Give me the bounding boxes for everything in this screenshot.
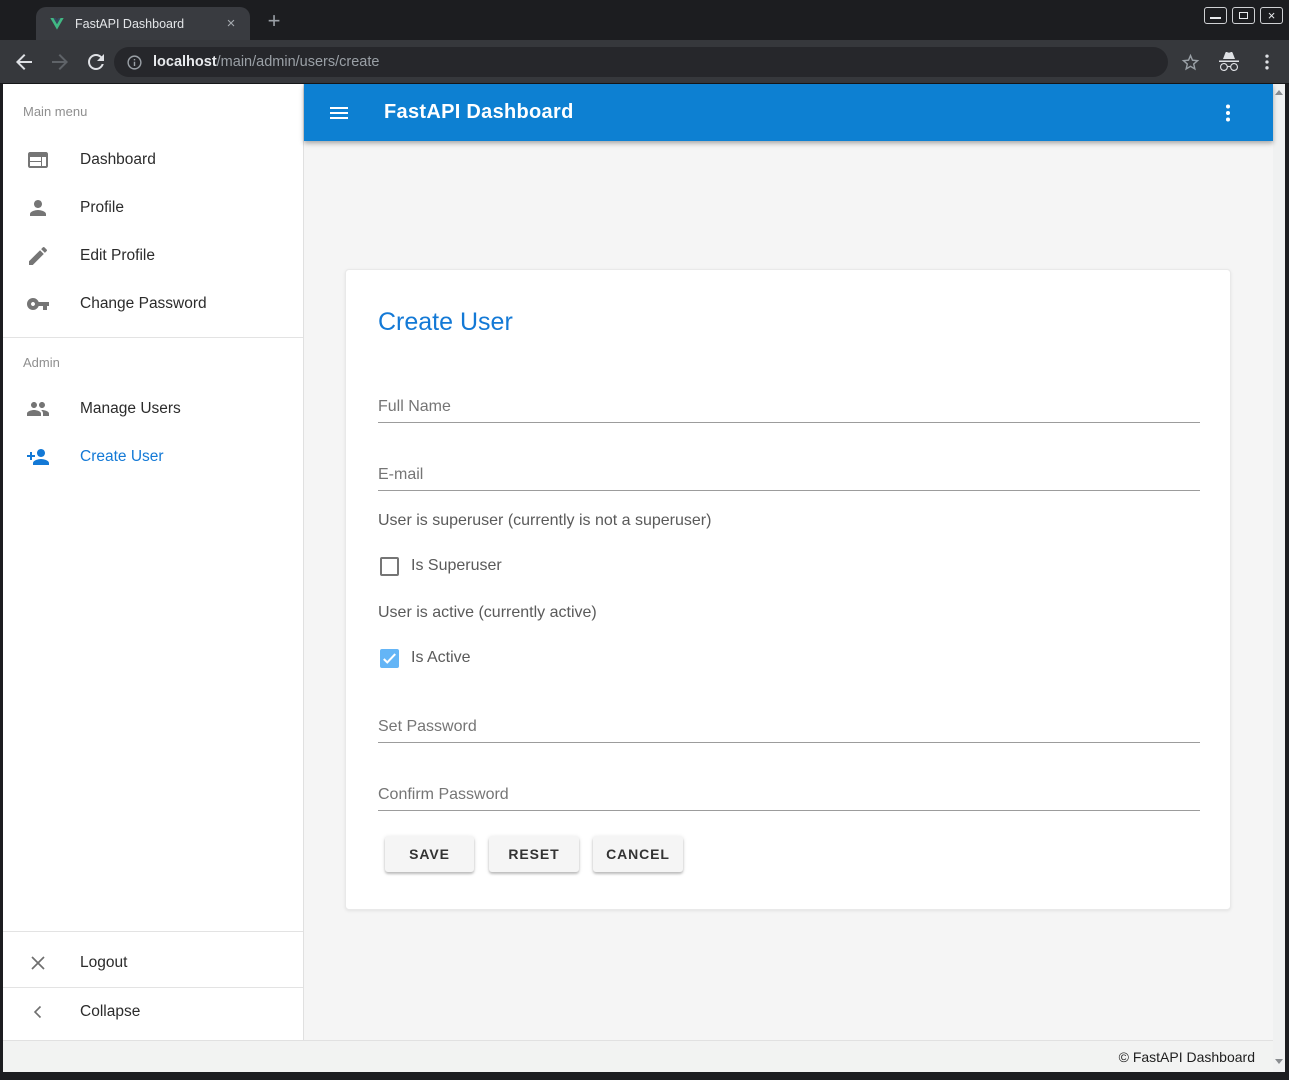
sidebar-item-dashboard[interactable]: Dashboard xyxy=(3,136,303,184)
reload-icon[interactable] xyxy=(84,50,108,74)
browser-tab[interactable]: FastAPI Dashboard × xyxy=(36,7,250,40)
browser-toolbar: localhost/main/admin/users/create xyxy=(0,40,1289,84)
hamburger-menu-icon[interactable] xyxy=(327,101,351,125)
close-x-icon xyxy=(26,951,50,975)
sidebar-item-change-password[interactable]: Change Password xyxy=(3,280,303,328)
back-icon[interactable] xyxy=(12,50,36,74)
people-icon xyxy=(26,397,50,421)
confirm-password-input[interactable] xyxy=(378,771,1200,811)
bookmark-star-icon[interactable] xyxy=(1180,52,1201,73)
forward-icon[interactable] xyxy=(48,50,72,74)
incognito-icon xyxy=(1217,50,1241,74)
page-title: Create User xyxy=(378,308,513,337)
sidebar-item-label: Create User xyxy=(80,448,164,466)
create-user-card: Create User User is superuser (currently… xyxy=(345,269,1231,910)
site-info-icon[interactable] xyxy=(126,54,143,71)
active-hint: User is active (currently active) xyxy=(378,604,597,622)
email-input[interactable] xyxy=(378,451,1200,491)
window-minimize-button[interactable] xyxy=(1204,7,1227,24)
sidebar-item-create-user[interactable]: Create User xyxy=(3,433,303,481)
url-text: localhost/main/admin/users/create xyxy=(153,54,379,70)
page-footer: © FastAPI Dashboard xyxy=(3,1040,1273,1072)
sidebar-item-label: Logout xyxy=(80,954,127,972)
is-active-checkbox[interactable]: Is Active xyxy=(380,640,471,676)
pencil-icon xyxy=(26,244,50,268)
browser-menu-icon[interactable] xyxy=(1257,52,1277,72)
reset-button[interactable]: RESET xyxy=(489,836,579,872)
tab-strip: FastAPI Dashboard × + × xyxy=(0,0,1289,40)
sidebar-item-label: Edit Profile xyxy=(80,247,155,265)
set-password-field-wrap xyxy=(378,703,1200,743)
email-field-wrap xyxy=(378,451,1200,491)
cancel-button[interactable]: CANCEL xyxy=(593,836,683,872)
scrollbar-down-arrow-icon[interactable] xyxy=(1275,1059,1283,1064)
scrollbar[interactable] xyxy=(1273,84,1285,1072)
window-controls: × xyxy=(1204,7,1283,24)
sidebar-item-label: Collapse xyxy=(80,1003,140,1021)
sidebar-section-label: Admin xyxy=(23,355,60,370)
checkbox-checked-icon[interactable] xyxy=(380,649,399,668)
person-add-icon xyxy=(26,445,50,469)
window-close-button[interactable]: × xyxy=(1260,7,1283,24)
dashboard-web-icon xyxy=(26,148,50,172)
checkbox-unchecked-icon[interactable] xyxy=(380,557,399,576)
set-password-input[interactable] xyxy=(378,703,1200,743)
address-bar[interactable]: localhost/main/admin/users/create xyxy=(114,47,1168,77)
sidebar-section-label: Main menu xyxy=(23,104,87,119)
chevron-left-icon xyxy=(26,1000,50,1024)
is-superuser-checkbox[interactable]: Is Superuser xyxy=(380,548,502,584)
sidebar-item-logout[interactable]: Logout xyxy=(3,939,303,987)
save-button[interactable]: SAVE xyxy=(385,836,474,872)
checkmark-icon xyxy=(380,649,399,668)
sidebar-item-label: Profile xyxy=(80,199,124,217)
sidebar-item-collapse[interactable]: Collapse xyxy=(3,988,303,1036)
tab-title: FastAPI Dashboard xyxy=(75,17,222,31)
sidebar-item-profile[interactable]: Profile xyxy=(3,184,303,232)
window-border xyxy=(1285,84,1289,1080)
checkbox-label: Is Active xyxy=(411,649,471,667)
sidebar-item-label: Dashboard xyxy=(80,151,156,169)
copyright-text: © FastAPI Dashboard xyxy=(1119,1049,1255,1065)
superuser-hint: User is superuser (currently is not a su… xyxy=(378,512,711,530)
full-name-input[interactable] xyxy=(378,383,1200,423)
main-content: Create User User is superuser (currently… xyxy=(304,141,1273,1040)
sidebar-item-edit-profile[interactable]: Edit Profile xyxy=(3,232,303,280)
sidebar-item-label: Change Password xyxy=(80,295,207,313)
checkbox-label: Is Superuser xyxy=(411,557,502,575)
confirm-password-field-wrap xyxy=(378,771,1200,811)
page-viewport: Main menu Dashboard Profile Edit Profile xyxy=(3,84,1273,1072)
sidebar-item-label: Manage Users xyxy=(80,400,181,418)
url-path: /main/admin/users/create xyxy=(217,54,380,70)
app-bar-title: FastAPI Dashboard xyxy=(384,101,574,124)
window-border xyxy=(0,1072,1289,1080)
key-icon xyxy=(26,292,50,316)
full-name-field-wrap xyxy=(378,383,1200,423)
app-bar: FastAPI Dashboard xyxy=(304,84,1273,141)
sidebar-item-manage-users[interactable]: Manage Users xyxy=(3,385,303,433)
vue-favicon-icon xyxy=(49,16,65,32)
sidebar-divider xyxy=(3,931,303,932)
sidebar-divider xyxy=(3,337,303,338)
browser-window: FastAPI Dashboard × + × localhost/main/a… xyxy=(0,0,1289,1080)
form-actions: SAVE RESET CANCEL xyxy=(385,836,683,872)
new-tab-button[interactable]: + xyxy=(260,8,288,36)
window-maximize-button[interactable] xyxy=(1232,7,1255,24)
person-icon xyxy=(26,196,50,220)
tab-close-icon[interactable]: × xyxy=(222,15,240,33)
url-host: localhost xyxy=(153,54,217,70)
sidebar: Main menu Dashboard Profile Edit Profile xyxy=(3,84,304,1040)
scrollbar-up-arrow-icon[interactable] xyxy=(1275,90,1283,95)
app-bar-menu-icon[interactable] xyxy=(1216,101,1240,125)
